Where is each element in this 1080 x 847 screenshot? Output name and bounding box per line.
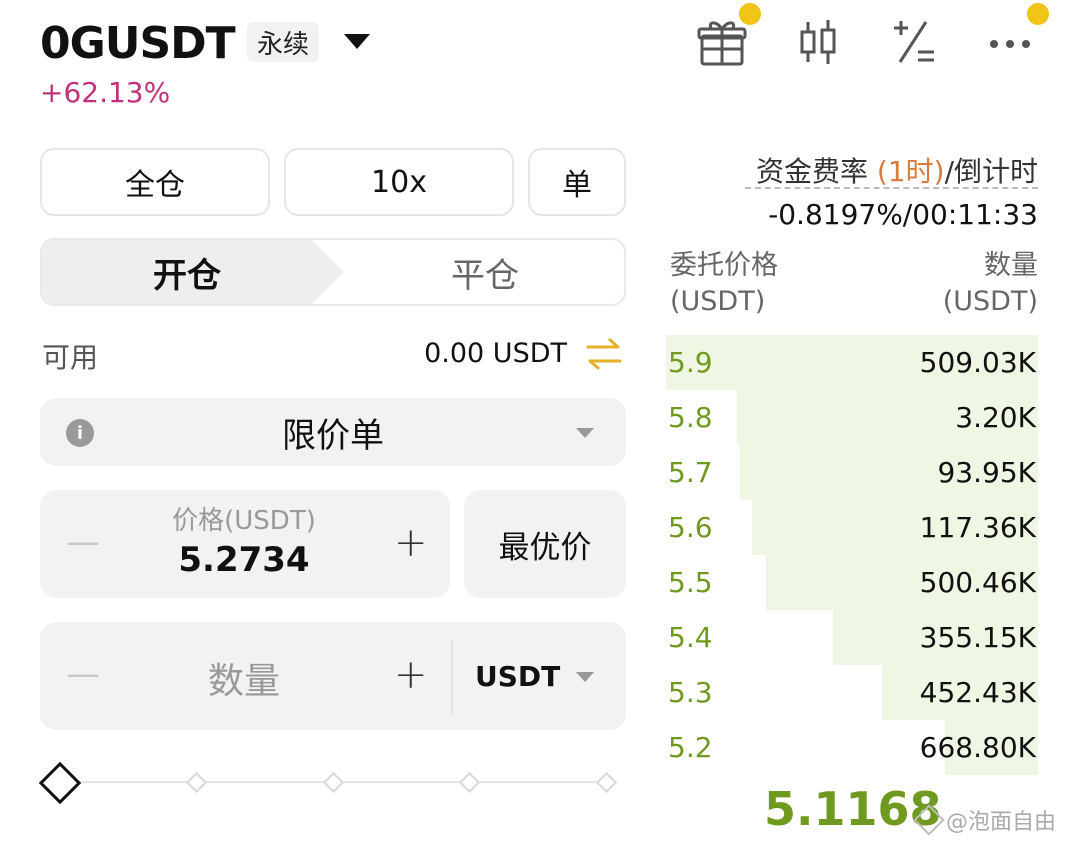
price-header-label: 委托价格: [670, 250, 778, 281]
orderbook-amount: 3.20K: [955, 401, 1036, 434]
slider-tick-100[interactable]: [595, 771, 618, 794]
leverage-button[interactable]: 10x: [284, 148, 514, 216]
order-type-caret-icon: [576, 428, 594, 438]
orderbook-row[interactable]: 5.9 509.03K: [666, 335, 1038, 390]
price-change: +62.13%: [40, 76, 171, 109]
watermark-logo-icon: [913, 804, 945, 836]
price-label: 价格(USDT): [172, 506, 316, 536]
orderbook-price: 5.4: [668, 621, 713, 654]
symbol-title[interactable]: 0GUSDT: [40, 18, 236, 69]
orderbook-amount: 500.46K: [919, 566, 1036, 599]
price-value[interactable]: 5.2734: [120, 540, 368, 580]
quantity-divider: [451, 640, 453, 714]
watermark: @泡面自由: [913, 804, 1057, 836]
orderbook-amount: 93.95K: [937, 456, 1036, 489]
amount-header-label: 数量: [984, 250, 1038, 281]
watermark-text: @泡面自由: [946, 810, 1057, 835]
orderbook-row[interactable]: 5.8 3.20K: [666, 390, 1038, 445]
orderbook-amount: 117.36K: [919, 511, 1036, 544]
margin-mode-button[interactable]: 全仓: [40, 148, 270, 216]
amount-header-unit: (USDT): [942, 286, 1038, 317]
slider-tick-75[interactable]: [458, 771, 481, 794]
funding-label-interval: (1时): [876, 155, 945, 188]
slider-tick-50[interactable]: [322, 771, 345, 794]
order-type-value: 限价单: [282, 416, 384, 456]
orderbook-price: 5.3: [668, 676, 713, 709]
available-value: 0.00 USDT: [424, 338, 567, 369]
quantity-minus-button[interactable]: —: [66, 654, 100, 694]
quantity-placeholder: 数量: [207, 661, 280, 702]
orderbook-amount: 355.15K: [919, 621, 1036, 654]
amount-slider-handle[interactable]: [38, 761, 82, 805]
tab-open[interactable]: 开仓: [42, 240, 332, 304]
orderbook-price: 5.8: [668, 401, 713, 434]
quantity-plus-button[interactable]: +: [394, 652, 428, 698]
funding-label-prefix: 资金费率: [755, 155, 877, 188]
slider-tick-25[interactable]: [185, 771, 208, 794]
transfer-icon[interactable]: [584, 336, 624, 372]
gift-notification-dot: [739, 3, 761, 25]
candlestick-icon[interactable]: [788, 14, 848, 70]
funding-rate-value: -0.8197%/00:11:33: [768, 198, 1038, 231]
orderbook-amount: 452.43K: [919, 676, 1036, 709]
orderbook-amount: 509.03K: [919, 346, 1036, 379]
orderbook-row[interactable]: 5.3 452.43K: [666, 665, 1038, 720]
orderbook-price-header: 委托价格 (USDT): [670, 248, 778, 320]
orderbook-row[interactable]: 5.7 93.95K: [666, 445, 1038, 500]
best-price-button[interactable]: 最优价: [464, 490, 626, 598]
symbol-dropdown-icon[interactable]: [344, 34, 370, 49]
open-close-tabs: 开仓 平仓: [40, 238, 626, 306]
funding-label-suffix: /倒计时: [944, 155, 1038, 188]
price-header-unit: (USDT): [670, 286, 766, 317]
calculator-icon[interactable]: [884, 14, 944, 70]
available-label: 可用: [42, 341, 99, 374]
orderbook-row[interactable]: 5.4 355.15K: [666, 610, 1038, 665]
funding-rate-label[interactable]: 资金费率 (1时)/倒计时: [640, 150, 1038, 190]
orderbook-price: 5.9: [668, 346, 713, 379]
price-plus-button[interactable]: +: [394, 520, 428, 566]
orderbook-price: 5.2: [668, 731, 713, 764]
orderbook-amount: 668.80K: [919, 731, 1036, 764]
info-icon[interactable]: i: [66, 419, 94, 447]
orderbook-price: 5.6: [668, 511, 713, 544]
orderbook-price: 5.5: [668, 566, 713, 599]
last-price[interactable]: 5.1168: [764, 782, 942, 836]
contract-type-badge: 永续: [247, 22, 319, 62]
orderbook-row[interactable]: 5.6 117.36K: [666, 500, 1038, 555]
orderbook-amount-header: 数量 (USDT): [880, 248, 1038, 320]
more-notification-dot: [1027, 3, 1049, 25]
orderbook-price: 5.7: [668, 456, 713, 489]
position-mode-button[interactable]: 单: [528, 148, 626, 216]
tab-close[interactable]: 平仓: [342, 240, 624, 304]
orderbook-row[interactable]: 5.5 500.46K: [666, 555, 1038, 610]
funding-underline: [745, 187, 1038, 189]
quantity-unit-select[interactable]: USDT: [475, 660, 560, 693]
quantity-unit-caret-icon: [576, 672, 594, 682]
price-minus-button[interactable]: —: [66, 522, 100, 562]
orderbook-row[interactable]: 5.2 668.80K: [666, 720, 1038, 775]
